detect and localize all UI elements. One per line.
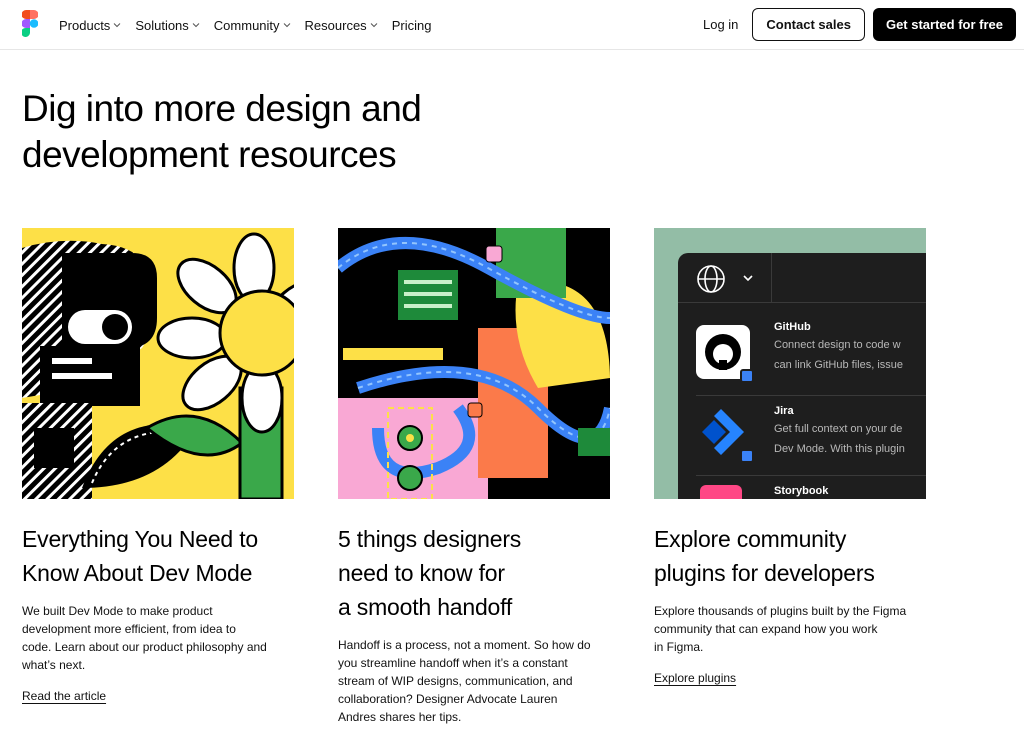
plugin-panel-mock: GitHub Connect design to code w can link… (678, 253, 926, 499)
chevron-down-icon (743, 275, 753, 282)
plugin-desc-line: can link GitHub files, issue (774, 359, 903, 371)
card-desc-line: Explore thousands of plugins built by th… (654, 604, 907, 618)
nav-products-label: Products (59, 17, 111, 33)
card-title-line: Everything You Need to (22, 526, 258, 552)
nav-resources-label: Resources (304, 17, 367, 33)
card-title: Everything You Need to Know About Dev Mo… (22, 522, 294, 590)
plugin-row-storybook[interactable]: Storybook (678, 481, 926, 499)
figma-logo-icon[interactable] (22, 10, 38, 38)
card-desc-line: code. Learn about our product philosophy… (22, 640, 267, 654)
plugin-badge-icon (740, 449, 754, 463)
card-desc-line: you streamline handoff when it’s a const… (338, 656, 568, 670)
read-article-link[interactable]: Read the article (22, 689, 106, 703)
nav-pricing[interactable]: Pricing (392, 18, 432, 33)
card-description: Handoff is a process, not a moment. So h… (338, 636, 610, 726)
storybook-icon (700, 485, 742, 499)
explore-plugins-link[interactable]: Explore plugins (654, 671, 736, 685)
card-desc-line: community that can expand how you work (654, 622, 878, 636)
page-title-line-2: development resources (22, 134, 397, 175)
flower-robot-illustration (22, 228, 294, 499)
plugin-row-jira[interactable]: Jira Get full context on your de Dev Mod… (678, 401, 926, 471)
card-description: Explore thousands of plugins built by th… (654, 602, 926, 656)
chevron-down-icon (283, 23, 290, 28)
card-desc-line: We built Dev Mode to make product (22, 604, 213, 618)
card-title-line: need to know for (338, 560, 505, 586)
page-title: Dig into more design and development res… (22, 86, 482, 178)
chevron-down-icon (192, 23, 200, 28)
card-title-line: 5 things designers (338, 526, 522, 552)
resource-card-dev-mode: Everything You Need to Know About Dev Mo… (22, 228, 294, 705)
plugin-name: Jira (774, 405, 794, 417)
nav-resources[interactable]: Resources (305, 18, 378, 33)
card-title-line: Know About Dev Mode (22, 560, 253, 586)
contact-sales-button[interactable]: Contact sales (752, 8, 865, 41)
dev-mode-illustration[interactable] (22, 228, 294, 499)
plugin-name: GitHub (774, 321, 811, 333)
nav-pricing-label: Pricing (391, 17, 432, 33)
globe-icon (697, 265, 725, 293)
nav-products[interactable]: Products (59, 18, 121, 33)
plugin-panel-header (678, 253, 926, 303)
top-nav: Products Solutions Community Resources P… (0, 0, 1024, 50)
plugin-badge-icon (740, 369, 754, 383)
card-title-line: plugins for developers (654, 560, 875, 586)
plugin-desc-line: Dev Mode. With this plugin (774, 443, 905, 455)
resource-card-plugins: GitHub Connect design to code w can link… (654, 228, 926, 687)
card-desc-line: in Figma. (654, 640, 704, 654)
primary-nav: Products Solutions Community Resources P… (59, 0, 431, 50)
row-divider (696, 395, 926, 396)
nav-community-label: Community (213, 17, 280, 33)
plugin-desc-line: Connect design to code w (774, 339, 901, 351)
card-desc-line: collaboration? Designer Advocate Lauren (338, 692, 558, 706)
card-desc-line: Andres shares her tips. (338, 710, 462, 724)
chevron-down-icon (370, 23, 378, 28)
handoff-illustration[interactable] (338, 228, 610, 499)
nav-solutions[interactable]: Solutions (135, 17, 200, 33)
resource-card-handoff: 5 things designers need to know for a sm… (338, 228, 610, 726)
chevron-down-icon (113, 23, 121, 28)
card-title: 5 things designers need to know for a sm… (338, 522, 610, 624)
plugins-illustration[interactable]: GitHub Connect design to code w can link… (654, 228, 926, 499)
page-title-line-1: Dig into more design and (22, 88, 422, 129)
nav-actions: Log in Contact sales Get started for fre… (703, 8, 1016, 41)
nav-solutions-label: Solutions (135, 17, 189, 33)
nav-community[interactable]: Community (214, 18, 291, 33)
login-link[interactable]: Log in (703, 17, 738, 32)
card-title: Explore community plugins for developers (654, 522, 926, 590)
card-desc-line: stream of WIP designs, communication, an… (338, 674, 573, 688)
handoff-path-illustration (338, 228, 610, 499)
row-divider (696, 475, 926, 476)
card-title-line: a smooth handoff (338, 594, 513, 620)
card-desc-line: what’s next. (22, 658, 86, 672)
card-desc-line: development more efficient, from idea to (22, 622, 236, 636)
plugin-desc-line: Get full context on your de (774, 423, 903, 435)
plugin-name: Storybook (774, 485, 829, 497)
card-description: We built Dev Mode to make product develo… (22, 602, 294, 674)
get-started-button[interactable]: Get started for free (872, 8, 1016, 41)
card-title-line: Explore community (654, 526, 847, 552)
header-divider (771, 253, 772, 303)
card-desc-line: Handoff is a process, not a moment. So h… (338, 638, 591, 652)
plugin-row-github[interactable]: GitHub Connect design to code w can link… (678, 321, 926, 391)
